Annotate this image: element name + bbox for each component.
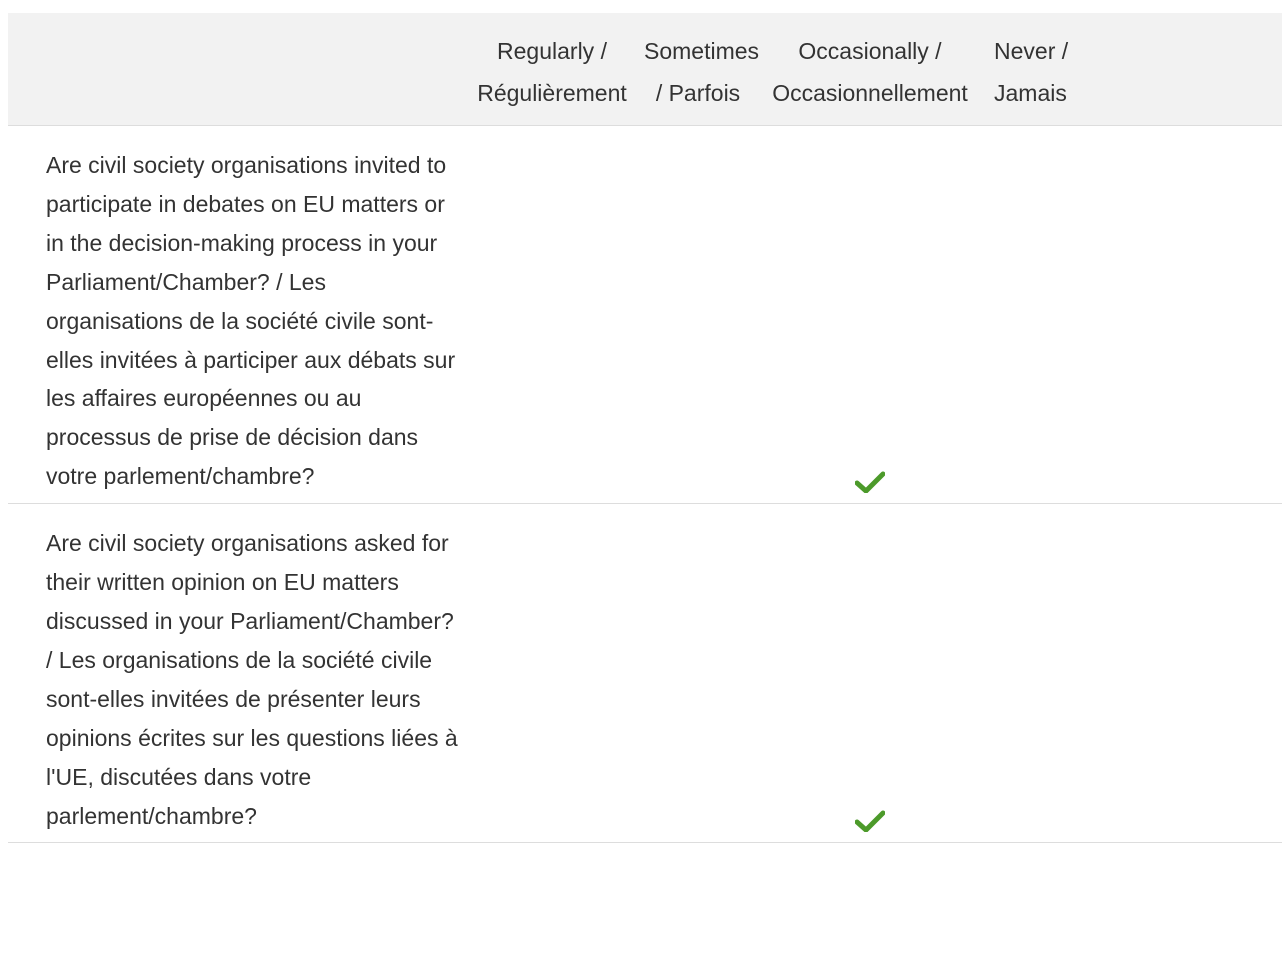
table-row: Are civil society organisations invited … xyxy=(8,126,1282,504)
answer-cell-regularly xyxy=(460,504,644,843)
answer-cell-never xyxy=(988,126,1282,504)
survey-page: Regularly / Régulièrement Sometimes / Pa… xyxy=(0,0,1282,953)
survey-table: Regularly / Régulièrement Sometimes / Pa… xyxy=(8,13,1282,843)
header-occasionally-line2: Occasionnellement xyxy=(772,80,968,106)
header-never: Never / Jamais xyxy=(988,13,1282,126)
header-occasionally: Occasionally / Occasionnellement xyxy=(752,13,988,126)
checkmark-icon xyxy=(855,471,885,494)
header-question-cell xyxy=(8,13,460,126)
table-row: Are civil society organisations asked fo… xyxy=(8,504,1282,843)
checkmark-icon xyxy=(855,810,885,833)
answer-cell-sometimes xyxy=(644,126,752,504)
table-header-row: Regularly / Régulièrement Sometimes / Pa… xyxy=(8,13,1282,126)
header-never-line2: Jamais xyxy=(994,80,1067,106)
answer-cell-never xyxy=(988,504,1282,843)
header-sometimes-line2: / Parfois xyxy=(655,80,741,106)
header-sometimes: Sometimes / Parfois xyxy=(644,13,760,126)
answer-cell-occasionally xyxy=(752,504,988,843)
header-regularly-line2: Régulièrement xyxy=(477,80,627,106)
header-sometimes-line1: Sometimes xyxy=(644,38,760,64)
answer-cell-occasionally xyxy=(752,126,988,504)
answer-cell-sometimes xyxy=(644,504,752,843)
header-regularly: Regularly / Régulièrement xyxy=(460,13,644,126)
header-never-line1: Never / xyxy=(994,38,1069,64)
question-text: Are civil society organisations invited … xyxy=(46,152,456,490)
question-text: Are civil society organisations asked fo… xyxy=(46,530,458,829)
header-regularly-line1: Regularly / xyxy=(497,38,607,64)
answer-cell-regularly xyxy=(460,126,644,504)
header-occasionally-line1: Occasionally / xyxy=(798,38,942,64)
